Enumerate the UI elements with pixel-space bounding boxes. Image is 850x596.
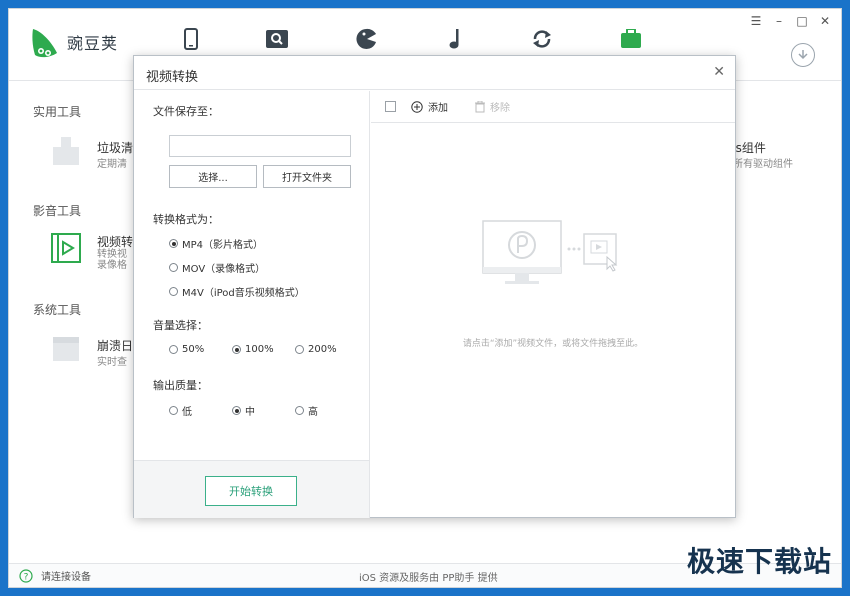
tool-name-crash[interactable]: 崩溃日 [97, 337, 133, 354]
section-utility: 实用工具 [33, 105, 82, 119]
save-path-input[interactable] [169, 135, 351, 157]
format-label: 转换格式为： [153, 213, 219, 226]
device-status-text: 请连接设备 [41, 572, 91, 583]
help-icon: ? [19, 568, 33, 583]
quality-label: 输出质量： [153, 379, 208, 392]
device-status[interactable]: ? 请连接设备 [19, 568, 91, 583]
logo: 豌豆荚 [31, 23, 118, 61]
tool-name-trash[interactable]: 垃圾清 [97, 139, 133, 156]
volume-radio-100[interactable]: 100% [232, 344, 274, 355]
watermark: 极速下载站 [686, 545, 832, 578]
format-radio-mov[interactable]: MOV（录像格式） [169, 260, 265, 275]
maximize-icon[interactable]: □ [795, 14, 809, 28]
download-icon[interactable] [791, 43, 815, 67]
quality-radio-low[interactable]: 低 [169, 403, 192, 418]
video-convert-dialog: 视频转换 ✕ 文件保存至： 选择... 打开文件夹 转换格式为： MP4（影片格… [133, 55, 736, 518]
dialog-header: 视频转换 ✕ [134, 56, 735, 90]
section-system: 系统工具 [33, 303, 82, 317]
search-icon[interactable] [265, 27, 289, 51]
select-all-checkbox[interactable] [385, 101, 396, 112]
format-radio-mp4[interactable]: MP4（影片格式） [169, 236, 263, 251]
tool-desc-video: 转换视 录像格 [97, 249, 127, 271]
game-icon[interactable] [354, 27, 378, 51]
minimize-icon[interactable]: – [772, 14, 786, 28]
empty-state-illustration [482, 220, 618, 284]
settings-panel: 文件保存至： 选择... 打开文件夹 转换格式为： MP4（影片格式） MOV（… [134, 91, 370, 518]
phone-icon[interactable] [179, 27, 203, 51]
add-icon [411, 100, 423, 113]
tool-name-video[interactable]: 视频转 [97, 233, 133, 250]
close-icon[interactable]: ✕ [818, 14, 832, 28]
tool-desc-crash: 实时查 [97, 357, 127, 368]
save-to-label: 文件保存至： [153, 105, 219, 118]
pea-logo-icon [32, 29, 57, 58]
open-folder-button[interactable]: 打开文件夹 [263, 165, 351, 188]
service-credit: iOS 资源及服务由 PP助手 提供 [359, 573, 498, 584]
remove-button[interactable]: 移除 [475, 99, 510, 114]
settings-footer: 开始转换 [134, 460, 369, 518]
start-convert-button[interactable]: 开始转换 [205, 476, 297, 506]
dialog-close-icon[interactable]: ✕ [713, 64, 725, 80]
dialog-title: 视频转换 [146, 70, 199, 85]
choose-button[interactable]: 选择... [169, 165, 257, 188]
volume-radio-200[interactable]: 200% [295, 344, 337, 355]
format-radio-m4v[interactable]: M4V（iPod音乐视频格式） [169, 284, 305, 299]
menu-icon[interactable]: ☰ [749, 14, 763, 28]
music-icon[interactable] [443, 27, 467, 51]
volume-label: 音量选择： [153, 319, 208, 332]
app-window: 豌豆荚 ☰ – □ ✕ 实用工具 影音工具 系统工具 垃圾清 定期清 视频转 转… [8, 8, 842, 588]
toolbox-icon[interactable] [619, 27, 643, 51]
empty-hint: 请点击“添加”视频文件，或将文件拖拽至此。 [462, 339, 644, 349]
quality-radio-high[interactable]: 高 [295, 403, 318, 418]
quality-radio-medium[interactable]: 中 [232, 403, 255, 418]
trash-tool-icon[interactable] [49, 133, 89, 173]
file-list-panel: 添加 移除 请点击“添加”视频文件，或将文件拖拽至此。 [371, 91, 735, 518]
video-tool-icon[interactable] [49, 231, 89, 271]
section-media: 影音工具 [33, 204, 82, 218]
volume-radio-50[interactable]: 50% [169, 344, 204, 355]
sync-icon[interactable] [530, 27, 554, 51]
add-button[interactable]: 添加 [411, 99, 448, 114]
tool-desc-trash: 定期清 [97, 159, 127, 170]
svg-text:?: ? [24, 572, 29, 582]
logo-text: 豌豆荚 [67, 34, 119, 53]
crash-log-tool-icon[interactable] [49, 331, 89, 371]
trash-icon [475, 100, 485, 112]
file-toolbar: 添加 移除 [371, 91, 735, 123]
